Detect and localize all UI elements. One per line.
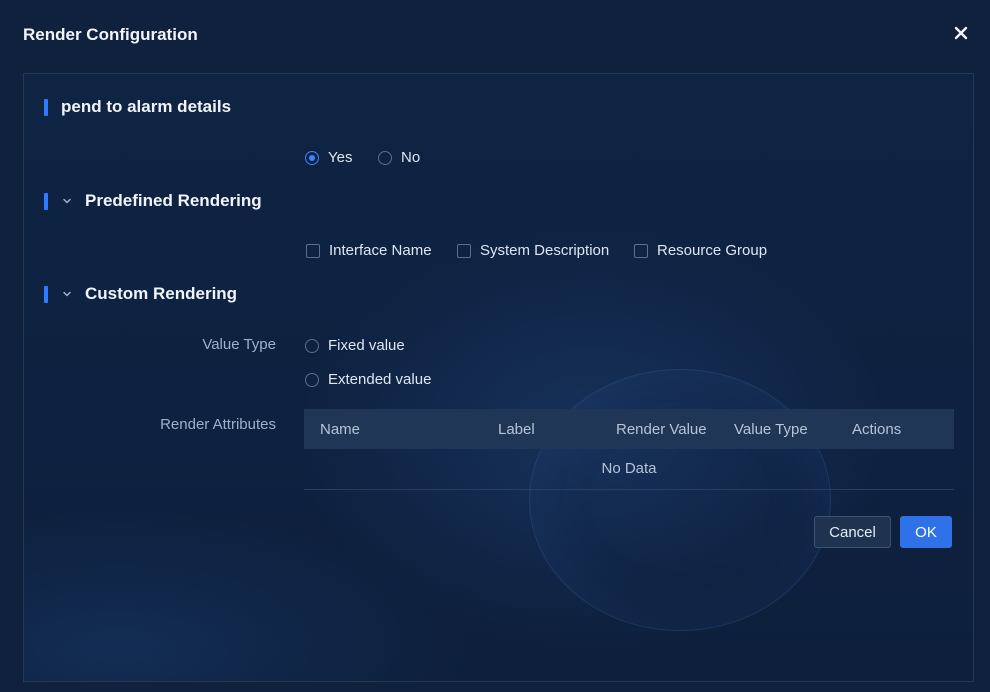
column-header-render-value: Render Value [616,420,707,438]
close-button[interactable] [950,22,972,44]
dialog-header: Render Configuration [0,0,990,70]
radio-fixed-value-button[interactable] [305,338,319,353]
section-marker [44,285,48,303]
section-custom-title[interactable]: Custom Rendering [44,284,237,304]
radio-no[interactable]: No [378,149,420,166]
column-header-name: Name [320,420,361,438]
radio-no-label: No [401,149,421,166]
config-panel: pend to alarm details Yes No Predefined … [23,73,974,682]
checkbox-resource-group-box[interactable] [634,243,648,258]
dialog-title: Render Configuration [23,25,198,44]
column-header-label: Label [498,420,535,438]
radio-extended-value-label: Extended value [328,371,432,388]
column-header-value-type: Value Type [734,420,808,438]
section-append-label: pend to alarm details [61,97,232,116]
ok-button[interactable]: OK [900,516,952,548]
section-predefined-title[interactable]: Predefined Rendering [44,191,262,211]
section-marker [44,192,48,210]
close-icon [954,26,968,40]
checkbox-system-description[interactable]: System Description [457,242,609,259]
radio-fixed-value[interactable]: Fixed value [305,337,405,354]
radio-yes-button[interactable] [305,150,319,165]
chevron-down-icon[interactable] [61,195,73,207]
chevron-down-icon[interactable] [61,288,73,300]
section-custom-label: Custom Rendering [85,284,238,303]
table-header: Name Label Render Value Value Type Actio… [304,409,954,449]
checkbox-system-description-label: System Description [480,242,610,259]
checkbox-resource-group[interactable]: Resource Group [634,242,767,259]
radio-yes-label: Yes [328,149,353,166]
checkbox-interface-name[interactable]: Interface Name [306,242,432,259]
checkbox-resource-group-label: Resource Group [657,242,768,259]
radio-extended-value-button[interactable] [305,372,319,387]
render-attributes-label: Render Attributes [160,416,276,433]
table-empty-state: No Data [304,449,954,490]
checkbox-interface-name-box[interactable] [306,243,320,258]
checkbox-interface-name-label: Interface Name [329,242,432,259]
section-append-title: pend to alarm details [44,97,231,117]
render-configuration-dialog: Render Configuration pend to alarm detai… [0,0,990,692]
radio-no-button[interactable] [378,150,392,165]
render-attributes-table: Name Label Render Value Value Type Actio… [304,409,954,490]
column-header-actions: Actions [852,420,902,438]
checkbox-system-description-box[interactable] [457,243,471,258]
cancel-button[interactable]: Cancel [814,516,891,548]
section-marker [44,98,48,116]
radio-extended-value[interactable]: Extended value [305,371,431,388]
radio-yes[interactable]: Yes [305,149,352,166]
value-type-label: Value Type [202,336,276,353]
radio-fixed-value-label: Fixed value [328,337,405,354]
section-predefined-label: Predefined Rendering [85,191,262,210]
